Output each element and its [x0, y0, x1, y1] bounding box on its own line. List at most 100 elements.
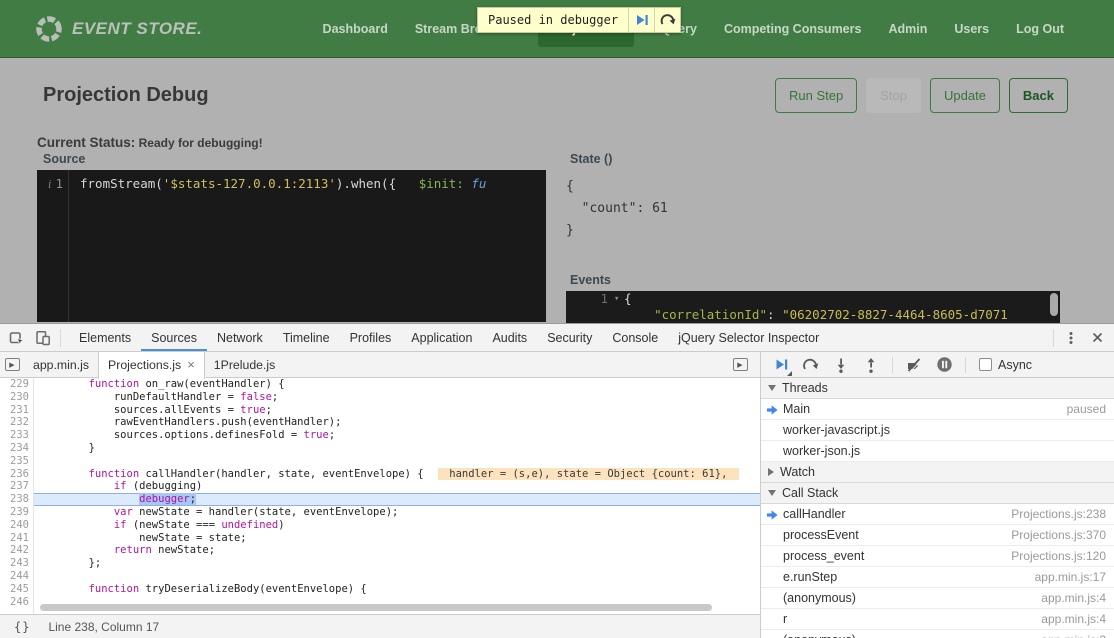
tab-jquery-selector-inspector[interactable]: jQuery Selector Inspector: [668, 324, 829, 351]
code-line-232[interactable]: rawEventHandlers.push(eventHandler);: [34, 416, 760, 429]
code-line-243[interactable]: };: [34, 557, 760, 570]
code-line-236[interactable]: function callHandler(handler, state, eve…: [34, 468, 760, 481]
gutter-line-242[interactable]: 242: [0, 544, 33, 557]
thread-main[interactable]: Mainpaused: [761, 399, 1114, 420]
gutter-line-230[interactable]: 230: [0, 391, 33, 404]
gutter-line-237[interactable]: 237: [0, 480, 33, 493]
nav-item-competing-consumers[interactable]: Competing Consumers: [724, 22, 862, 36]
stack-frame-processevent[interactable]: processEventProjections.js:370: [761, 525, 1114, 546]
stack-frame-anonymous[interactable]: (anonymous)app.min.js:3: [761, 630, 1114, 638]
gutter-line-245[interactable]: 245: [0, 583, 33, 596]
thread-worker-javascript-js[interactable]: worker-javascript.js: [761, 420, 1114, 441]
events-scrollbar-thumb[interactable]: [1050, 293, 1058, 316]
watch-section-header[interactable]: Watch: [761, 462, 1114, 483]
nav-item-log-out[interactable]: Log Out: [1016, 22, 1064, 36]
pretty-print-button[interactable]: {}: [14, 620, 30, 634]
toggle-editor-panel-button[interactable]: ▶: [728, 352, 752, 377]
step-out-button[interactable]: [859, 353, 883, 377]
run-step-button[interactable]: Run Step: [775, 78, 857, 113]
gutter-line-246[interactable]: 246: [0, 596, 33, 609]
gutter-line-229[interactable]: 229: [0, 378, 33, 391]
tab-application[interactable]: Application: [401, 324, 482, 351]
code-line-229[interactable]: function on_raw(eventHandler) {: [34, 378, 760, 391]
fold-caret-icon[interactable]: [614, 307, 624, 323]
tab-profiles[interactable]: Profiles: [340, 324, 402, 351]
file-tab-app-min-js[interactable]: app.min.js: [24, 352, 98, 378]
call-stack-section-header[interactable]: Call Stack: [761, 483, 1114, 504]
inspect-element-button[interactable]: [4, 324, 30, 351]
devtools-close-button[interactable]: [1084, 324, 1110, 351]
threads-section-header[interactable]: Threads: [761, 378, 1114, 399]
code-line-233[interactable]: sources.options.definesFold = true;: [34, 429, 760, 442]
banner-resume-script-button[interactable]: [628, 8, 654, 32]
code-line-235[interactable]: [34, 455, 760, 468]
tab-security[interactable]: Security: [537, 324, 602, 351]
update-button[interactable]: Update: [930, 78, 1000, 113]
stack-frame-anonymous[interactable]: (anonymous)app.min.js:4: [761, 588, 1114, 609]
file-tab-1prelude-js[interactable]: 1Prelude.js: [205, 352, 285, 378]
code-editor[interactable]: 2292302312322332342352362372382392402412…: [0, 378, 760, 614]
code-line-245[interactable]: function tryDeserializeBody(eventEnvelop…: [34, 583, 760, 596]
thread-worker-json-js[interactable]: worker-json.js: [761, 441, 1114, 462]
events-line[interactable]: "correlationId": "06202702-8827-4464-860…: [566, 307, 1060, 323]
nav-item-users[interactable]: Users: [954, 22, 989, 36]
gutter-line-241[interactable]: 241: [0, 532, 33, 545]
horizontal-scrollbar-thumb[interactable]: [40, 604, 712, 611]
gutter-line-243[interactable]: 243: [0, 557, 33, 570]
gutter-line-234[interactable]: 234: [0, 442, 33, 455]
tab-timeline[interactable]: Timeline: [273, 324, 340, 351]
gutter-line-235[interactable]: 235: [0, 455, 33, 468]
gutter-line-233[interactable]: 233: [0, 429, 33, 442]
source-code-editor[interactable]: i1 fromStream('$stats-127.0.0.1:2113').w…: [37, 170, 546, 322]
tab-elements[interactable]: Elements: [69, 324, 141, 351]
stop-button[interactable]: Stop: [866, 78, 921, 113]
nav-item-admin[interactable]: Admin: [888, 22, 927, 36]
close-tab-icon[interactable]: ×: [187, 360, 195, 370]
code-gutter[interactable]: 2292302312322332342352362372382392402412…: [0, 378, 34, 614]
tab-console[interactable]: Console: [602, 324, 668, 351]
events-line[interactable]: 1▾{: [566, 291, 1060, 307]
code-line-239[interactable]: var newState = handler(state, eventEnvel…: [34, 506, 760, 519]
code-line-231[interactable]: sources.allEvents = true;: [34, 404, 760, 417]
code-line-234[interactable]: }: [34, 442, 760, 455]
device-toolbar-button[interactable]: [30, 324, 56, 351]
tab-sources[interactable]: Sources: [141, 324, 207, 351]
stack-frame-r[interactable]: rapp.min.js:4: [761, 609, 1114, 630]
code-line-238[interactable]: debugger;: [34, 493, 760, 506]
gutter-line-236[interactable]: 236: [0, 468, 33, 481]
nav-item-dashboard[interactable]: Dashboard: [323, 22, 388, 36]
events-line-number[interactable]: [566, 307, 612, 323]
code-line-244[interactable]: [34, 570, 760, 583]
gutter-line-231[interactable]: 231: [0, 404, 33, 417]
banner-step-over-button[interactable]: [654, 8, 680, 32]
code-line-240[interactable]: if (newState === undefined): [34, 519, 760, 532]
file-tab-projections-js[interactable]: Projections.js×: [98, 352, 205, 379]
step-into-button[interactable]: [829, 353, 853, 377]
gutter-line-238[interactable]: 238: [0, 493, 33, 506]
code-line-241[interactable]: newState = state;: [34, 532, 760, 545]
stack-frame-process-event[interactable]: process_eventProjections.js:120: [761, 546, 1114, 567]
async-checkbox[interactable]: [979, 358, 992, 371]
events-line-number[interactable]: 1: [566, 291, 612, 307]
resume-script-button[interactable]: [769, 353, 793, 377]
source-editor-gutter[interactable]: i1: [37, 170, 69, 322]
step-over-button[interactable]: [799, 353, 823, 377]
back-button[interactable]: Back: [1009, 78, 1068, 113]
stack-frame-callhandler[interactable]: callHandlerProjections.js:238: [761, 504, 1114, 525]
code-line-230[interactable]: runDefaultHandler = false;: [34, 391, 760, 404]
tab-network[interactable]: Network: [207, 324, 273, 351]
gutter-line-232[interactable]: 232: [0, 416, 33, 429]
code-line-237[interactable]: if (debugging): [34, 480, 760, 493]
devtools-menu-button[interactable]: [1058, 324, 1084, 351]
tab-audits[interactable]: Audits: [482, 324, 537, 351]
gutter-line-240[interactable]: 240: [0, 519, 33, 532]
toggle-navigator-button[interactable]: ▶: [0, 352, 24, 377]
pause-on-exceptions-button[interactable]: [932, 353, 956, 377]
gutter-line-244[interactable]: 244: [0, 570, 33, 583]
fold-caret-icon[interactable]: ▾: [614, 291, 624, 307]
deactivate-breakpoints-button[interactable]: [902, 353, 926, 377]
brand[interactable]: EVENT STORE.: [34, 14, 202, 44]
code-line-242[interactable]: return newState;: [34, 544, 760, 557]
events-editor[interactable]: 1▾{ "correlationId": "06202702-8827-4464…: [566, 291, 1060, 323]
gutter-line-239[interactable]: 239: [0, 506, 33, 519]
